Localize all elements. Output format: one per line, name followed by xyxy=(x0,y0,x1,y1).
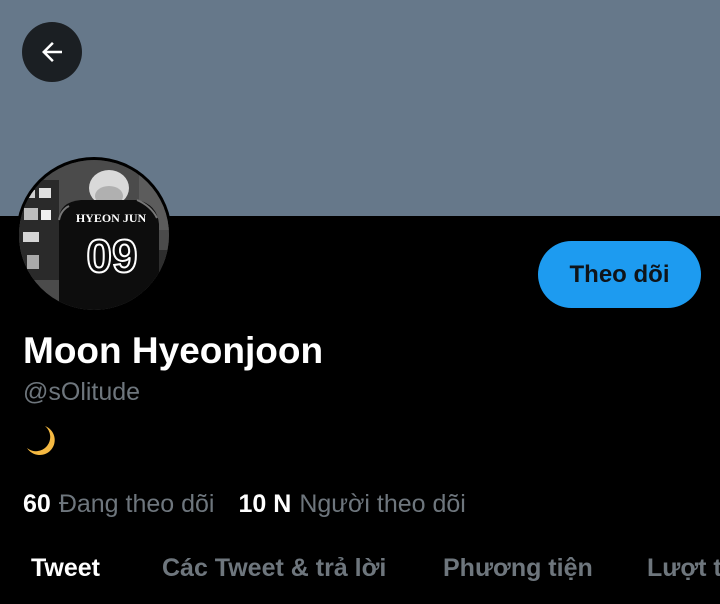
tab-media[interactable]: Phương tiện xyxy=(443,554,593,583)
tab-tweets-and-replies[interactable]: Các Tweet & trả lời xyxy=(162,554,386,583)
tab-likes[interactable]: Lượt thích xyxy=(647,554,720,583)
followers-link[interactable]: 10 N Người theo dõi xyxy=(239,490,466,519)
profile-handle: @sOlitude xyxy=(23,378,141,406)
arrow-left-icon xyxy=(42,42,62,62)
avatar[interactable]: HYEON JUN 09 xyxy=(19,160,169,310)
followers-label: Người theo dõi xyxy=(299,489,466,518)
following-count: 60 xyxy=(23,489,51,518)
following-link[interactable]: 60 Đang theo dõi xyxy=(23,490,215,519)
following-label: Đang theo dõi xyxy=(58,489,215,518)
profile-tabs: Tweet Các Tweet & trả lời Phương tiện Lư… xyxy=(0,540,720,604)
avatar-frame: HYEON JUN 09 xyxy=(16,157,172,313)
avatar-jersey-name: HYEON JUN xyxy=(76,211,147,225)
back-button[interactable] xyxy=(22,22,82,82)
follow-button[interactable]: Theo dõi xyxy=(538,241,701,308)
profile-stats: 60 Đang theo dõi 10 N Người theo dõi xyxy=(23,488,466,520)
profile-display-name: Moon Hyeonjoon xyxy=(23,330,324,371)
followers-count: 10 N xyxy=(238,489,292,518)
avatar-jersey-number: 09 xyxy=(86,230,137,282)
bio-moon-icon xyxy=(25,424,57,458)
tab-tweets[interactable]: Tweet xyxy=(31,554,100,583)
